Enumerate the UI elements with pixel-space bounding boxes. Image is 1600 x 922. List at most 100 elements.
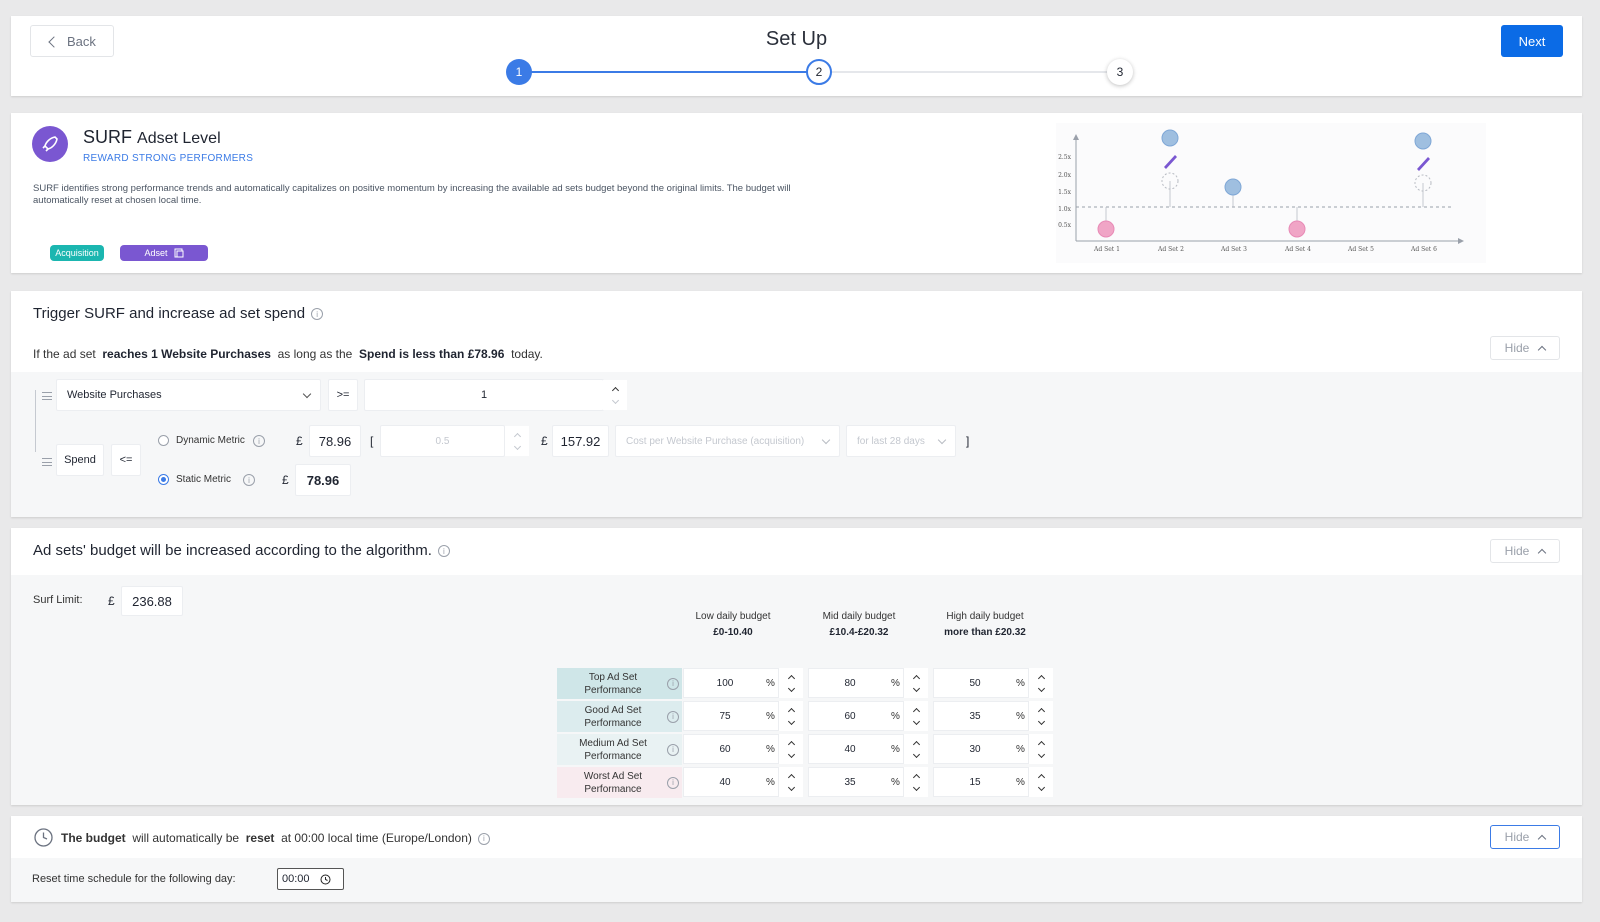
info-icon[interactable]: i [253,435,265,447]
percentage-input[interactable]: 75% [683,701,779,731]
decrement-icon[interactable] [912,717,920,725]
increment-icon[interactable] [912,707,920,715]
surf-limit-label: Surf Limit: [33,594,83,606]
surf-limit-input[interactable]: 236.88 [121,586,183,616]
percentage-input[interactable]: 100% [683,668,779,698]
step-2[interactable]: 2 [806,59,832,85]
decrement-icon[interactable] [912,684,920,692]
percent-unit: % [766,776,775,788]
cost-metric-select[interactable]: Cost per Website Purchase (acquisition) [615,425,840,457]
performance-row-text: Top Ad Set Performance [584,671,642,696]
increment-icon[interactable] [787,674,795,682]
x-tick-label: Ad Set 5 [1347,246,1374,253]
page-title: Set Up [765,28,828,50]
static-metric-radio[interactable] [158,474,169,485]
percentage-input[interactable]: 60% [683,734,779,764]
percentage-input[interactable]: 15% [933,767,1029,797]
spend-metric[interactable]: Spend [56,444,104,476]
increment-icon[interactable] [912,674,920,682]
increment-icon[interactable] [912,773,920,781]
increment-icon[interactable] [787,707,795,715]
algorithm-hide-button[interactable]: Hide [1490,539,1560,563]
step-1[interactable]: 1 [506,59,532,85]
increment-icon[interactable] [1037,674,1045,682]
percentage-stepper[interactable] [1029,767,1053,797]
info-icon[interactable]: i [667,710,679,723]
increment-icon[interactable] [1037,740,1045,748]
drag-handle-icon[interactable] [42,458,52,466]
reset-hide-button[interactable]: Hide [1490,825,1560,849]
info-icon[interactable]: i [667,677,679,690]
info-icon[interactable]: i [311,308,324,321]
decrement-icon[interactable] [912,750,920,758]
percentage-input[interactable]: 35% [933,701,1029,731]
next-button[interactable]: Next [1501,25,1563,57]
decrement-icon[interactable] [513,442,521,450]
static-value-input[interactable]: 78.96 [295,464,351,496]
trigger-title-text: Trigger SURF and increase ad set spend [33,305,306,322]
percentage-input[interactable]: 30% [933,734,1029,764]
info-icon[interactable]: i [243,474,255,486]
x-tick-label: Ad Set 3 [1220,246,1247,253]
percentage-stepper[interactable] [779,734,803,764]
percentage-stepper[interactable] [904,734,928,764]
info-icon[interactable]: i [437,545,450,558]
drag-handle-icon[interactable] [42,392,52,400]
percentage-stepper[interactable] [904,668,928,698]
decrement-icon[interactable] [1037,684,1045,692]
threshold-input[interactable]: 1 [364,379,604,411]
info-icon[interactable]: i [477,832,490,845]
percentage-stepper[interactable] [904,767,928,797]
percentage-input[interactable]: 50% [933,668,1029,698]
period-select[interactable]: for last 28 days [846,425,956,457]
percentage-stepper[interactable] [779,668,803,698]
percentage-stepper[interactable] [779,767,803,797]
decrement-icon[interactable] [611,396,619,404]
metric-select[interactable]: Website Purchases [56,379,321,411]
increment-icon[interactable] [787,740,795,748]
percentage-input[interactable]: 60% [808,701,904,731]
clock-icon [320,874,331,884]
decrement-icon[interactable] [1037,783,1045,791]
illustration-svg: 2.5x 2.0x 1.5x 1.0x 0.5x Ad Set 1 Ad Set… [1058,129,1464,253]
dynamic-value-input[interactable]: 78.96 [309,425,361,457]
multiplier-input[interactable]: 0.5 [380,425,505,457]
spend-operator[interactable]: <= [111,444,141,476]
percentage-stepper[interactable] [1029,701,1053,731]
decrement-icon[interactable] [787,783,795,791]
decrement-icon[interactable] [1037,750,1045,758]
info-icon[interactable]: i [667,743,679,756]
currency-symbol: £ [282,473,289,487]
increment-icon[interactable] [912,740,920,748]
increment-icon[interactable] [513,432,521,440]
decrement-icon[interactable] [787,750,795,758]
reset-time-input[interactable]: 00:00 [277,868,344,890]
increment-icon[interactable] [787,773,795,781]
percentage-input[interactable]: 35% [808,767,904,797]
operator-select[interactable]: >= [328,379,358,411]
percentage-input[interactable]: 80% [808,668,904,698]
step-3[interactable]: 3 [1107,59,1133,85]
percentage-stepper[interactable] [1029,668,1053,698]
percentage-value: 75 [719,710,731,722]
increment-icon[interactable] [1037,707,1045,715]
decrement-icon[interactable] [787,717,795,725]
percentage-input[interactable]: 40% [683,767,779,797]
y-tick-label: 1.0x [1058,206,1072,213]
back-button[interactable]: Back [30,25,114,57]
trigger-hide-button[interactable]: Hide [1490,336,1560,360]
increment-icon[interactable] [611,386,619,394]
dynamic-metric-label: Dynamic Metric [176,435,245,446]
decrement-icon[interactable] [912,783,920,791]
decrement-icon[interactable] [787,684,795,692]
info-icon[interactable]: i [667,776,679,789]
percentage-stepper[interactable] [779,701,803,731]
increment-icon[interactable] [1037,773,1045,781]
dynamic-metric-radio[interactable] [158,435,169,446]
percentage-input[interactable]: 40% [808,734,904,764]
threshold-stepper[interactable] [603,380,627,410]
multiplier-stepper[interactable] [505,426,529,456]
percentage-stepper[interactable] [1029,734,1053,764]
decrement-icon[interactable] [1037,717,1045,725]
percentage-stepper[interactable] [904,701,928,731]
